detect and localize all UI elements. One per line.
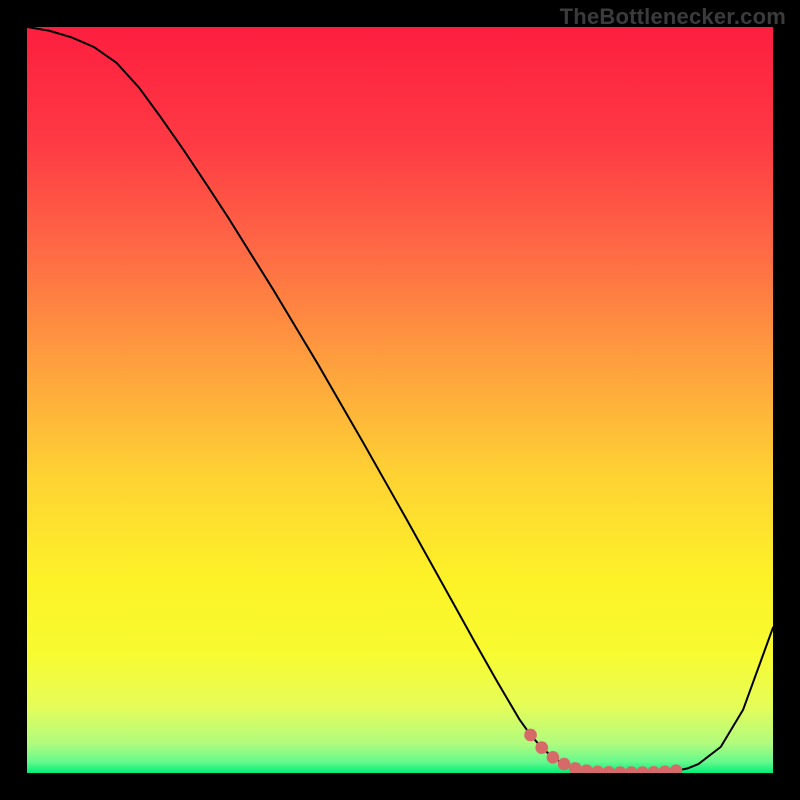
plot-area: [27, 27, 773, 773]
trough-marker: [558, 758, 571, 771]
gradient-background: [27, 27, 773, 773]
trough-marker: [535, 741, 548, 754]
trough-marker: [547, 751, 560, 764]
chart-frame: TheBottlenecker.com: [0, 0, 800, 800]
trough-marker: [524, 729, 537, 742]
chart-svg: [27, 27, 773, 773]
